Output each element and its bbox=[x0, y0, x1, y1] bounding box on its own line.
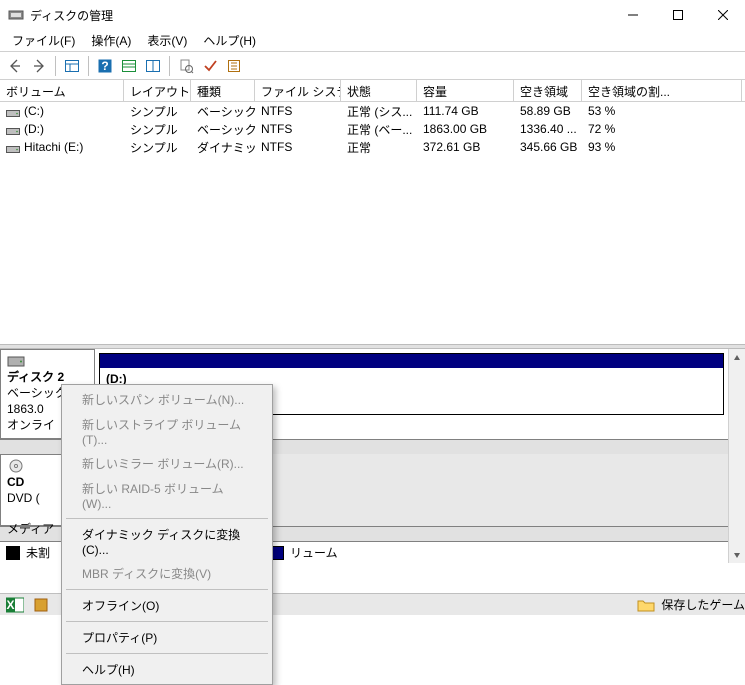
vol-type: ベーシック bbox=[191, 121, 255, 138]
vol-fs: NTFS bbox=[255, 140, 341, 154]
col-status[interactable]: 状態 bbox=[341, 80, 417, 101]
vol-status: 正常 bbox=[341, 139, 417, 156]
vol-layout: シンプル bbox=[124, 139, 191, 156]
taskbar-folder-icon[interactable] bbox=[635, 596, 657, 614]
vol-layout: シンプル bbox=[124, 121, 191, 138]
maximize-button[interactable] bbox=[655, 0, 700, 30]
vol-pct: 93 % bbox=[582, 140, 742, 154]
vol-pct: 72 % bbox=[582, 122, 742, 136]
disk-title: ディスク 2 bbox=[7, 370, 64, 384]
scroll-down-button[interactable] bbox=[729, 546, 745, 563]
cm-new-raid5[interactable]: 新しい RAID-5 ボリューム(W)... bbox=[64, 476, 270, 515]
cm-separator bbox=[66, 518, 268, 519]
show-hide-console-button[interactable] bbox=[61, 55, 83, 77]
cm-convert-mbr[interactable]: MBR ディスクに変換(V) bbox=[64, 561, 270, 586]
cm-separator bbox=[66, 621, 268, 622]
cm-offline[interactable]: オフライン(O) bbox=[64, 593, 270, 618]
taskbar-label: 保存したゲーム bbox=[661, 596, 745, 613]
cd-sub1: DVD ( bbox=[7, 491, 40, 505]
check-button[interactable] bbox=[199, 55, 221, 77]
vol-type: ベーシック bbox=[191, 103, 255, 120]
vol-name: (C:) bbox=[24, 104, 44, 118]
col-pct[interactable]: 空き領域の割... bbox=[582, 80, 742, 101]
col-layout[interactable]: レイアウト bbox=[124, 80, 191, 101]
drive-icon bbox=[6, 125, 20, 135]
vol-capacity: 1863.00 GB bbox=[417, 122, 514, 136]
vol-status: 正常 (シス... bbox=[341, 103, 417, 120]
help-button[interactable]: ? bbox=[94, 55, 116, 77]
cm-convert-dynamic[interactable]: ダイナミック ディスクに変換(C)... bbox=[64, 522, 270, 561]
col-fs[interactable]: ファイル システム bbox=[255, 80, 341, 101]
close-button[interactable] bbox=[700, 0, 745, 30]
drive-icon bbox=[6, 107, 20, 117]
vol-name: Hitachi (E:) bbox=[24, 140, 83, 154]
vol-free: 58.89 GB bbox=[514, 104, 582, 118]
volume-list-header: ボリューム レイアウト 種類 ファイル システム 状態 容量 空き領域 空き領域… bbox=[0, 80, 745, 102]
vol-fs: NTFS bbox=[255, 122, 341, 136]
disk-state: オンライ bbox=[7, 418, 55, 432]
hard-disk-icon bbox=[7, 354, 25, 368]
vol-capacity: 111.74 GB bbox=[417, 104, 514, 118]
volume-list[interactable]: (C:) シンプル ベーシック NTFS 正常 (シス... 111.74 GB… bbox=[0, 102, 745, 344]
legend-primary-label: リューム bbox=[290, 544, 338, 561]
cm-new-span[interactable]: 新しいスパン ボリューム(N)... bbox=[64, 387, 270, 412]
vol-free: 1336.40 ... bbox=[514, 122, 582, 136]
taskbar-excel-icon[interactable]: X bbox=[4, 596, 26, 614]
partition-stripe bbox=[100, 354, 723, 368]
forward-button[interactable] bbox=[28, 55, 50, 77]
menu-view[interactable]: 表示(V) bbox=[139, 30, 195, 51]
col-type[interactable]: 種類 bbox=[191, 80, 255, 101]
vol-type: ダイナミック bbox=[191, 139, 255, 156]
cm-separator bbox=[66, 589, 268, 590]
cd-icon bbox=[7, 459, 25, 473]
vol-fs: NTFS bbox=[255, 104, 341, 118]
cd-title: CD bbox=[7, 475, 24, 489]
cm-properties[interactable]: プロパティ(P) bbox=[64, 625, 270, 650]
window-title: ディスクの管理 bbox=[30, 7, 610, 24]
col-free[interactable]: 空き領域 bbox=[514, 80, 582, 101]
vol-name: (D:) bbox=[24, 122, 44, 136]
svg-text:X: X bbox=[6, 598, 14, 612]
disk-size: 1863.0 bbox=[7, 402, 44, 416]
svg-text:?: ? bbox=[101, 59, 108, 73]
vol-pct: 53 % bbox=[582, 104, 742, 118]
menu-action[interactable]: 操作(A) bbox=[83, 30, 139, 51]
table-row[interactable]: Hitachi (E:) シンプル ダイナミック NTFS 正常 372.61 … bbox=[0, 138, 745, 156]
table-row[interactable]: (D:) シンプル ベーシック NTFS 正常 (ベー... 1863.00 G… bbox=[0, 120, 745, 138]
scrollbar[interactable] bbox=[728, 349, 745, 563]
vol-status: 正常 (ベー... bbox=[341, 121, 417, 138]
cm-help[interactable]: ヘルプ(H) bbox=[64, 657, 270, 682]
taskbar-app-icon[interactable] bbox=[30, 596, 52, 614]
minimize-button[interactable] bbox=[610, 0, 655, 30]
disk-type: ベーシック bbox=[7, 386, 67, 400]
list-view-button[interactable] bbox=[118, 55, 140, 77]
col-volume[interactable]: ボリューム bbox=[0, 80, 124, 101]
legend-unallocated-label: 未割 bbox=[26, 544, 50, 561]
graphical-view-button[interactable] bbox=[142, 55, 164, 77]
titlebar: ディスクの管理 bbox=[0, 0, 745, 30]
col-capacity[interactable]: 容量 bbox=[417, 80, 514, 101]
cm-new-stripe[interactable]: 新しいストライプ ボリューム(T)... bbox=[64, 412, 270, 451]
cm-new-mirror[interactable]: 新しいミラー ボリューム(R)... bbox=[64, 451, 270, 476]
cm-separator bbox=[66, 653, 268, 654]
vol-capacity: 372.61 GB bbox=[417, 140, 514, 154]
back-button[interactable] bbox=[4, 55, 26, 77]
toolbar: ? bbox=[0, 52, 745, 80]
settings-button[interactable] bbox=[223, 55, 245, 77]
menubar: ファイル(F) 操作(A) 表示(V) ヘルプ(H) bbox=[0, 30, 745, 52]
menu-help[interactable]: ヘルプ(H) bbox=[195, 30, 264, 51]
table-row[interactable]: (C:) シンプル ベーシック NTFS 正常 (シス... 111.74 GB… bbox=[0, 102, 745, 120]
vol-layout: シンプル bbox=[124, 103, 191, 120]
menu-file[interactable]: ファイル(F) bbox=[4, 30, 83, 51]
drive-icon bbox=[6, 143, 20, 153]
cd-sub2: メディア bbox=[7, 522, 54, 536]
scroll-up-button[interactable] bbox=[729, 349, 745, 366]
properties-button[interactable] bbox=[175, 55, 197, 77]
context-menu: 新しいスパン ボリューム(N)... 新しいストライプ ボリューム(T)... … bbox=[61, 384, 273, 685]
legend-unallocated-swatch bbox=[6, 546, 20, 560]
vol-free: 345.66 GB bbox=[514, 140, 582, 154]
app-icon bbox=[8, 7, 24, 23]
